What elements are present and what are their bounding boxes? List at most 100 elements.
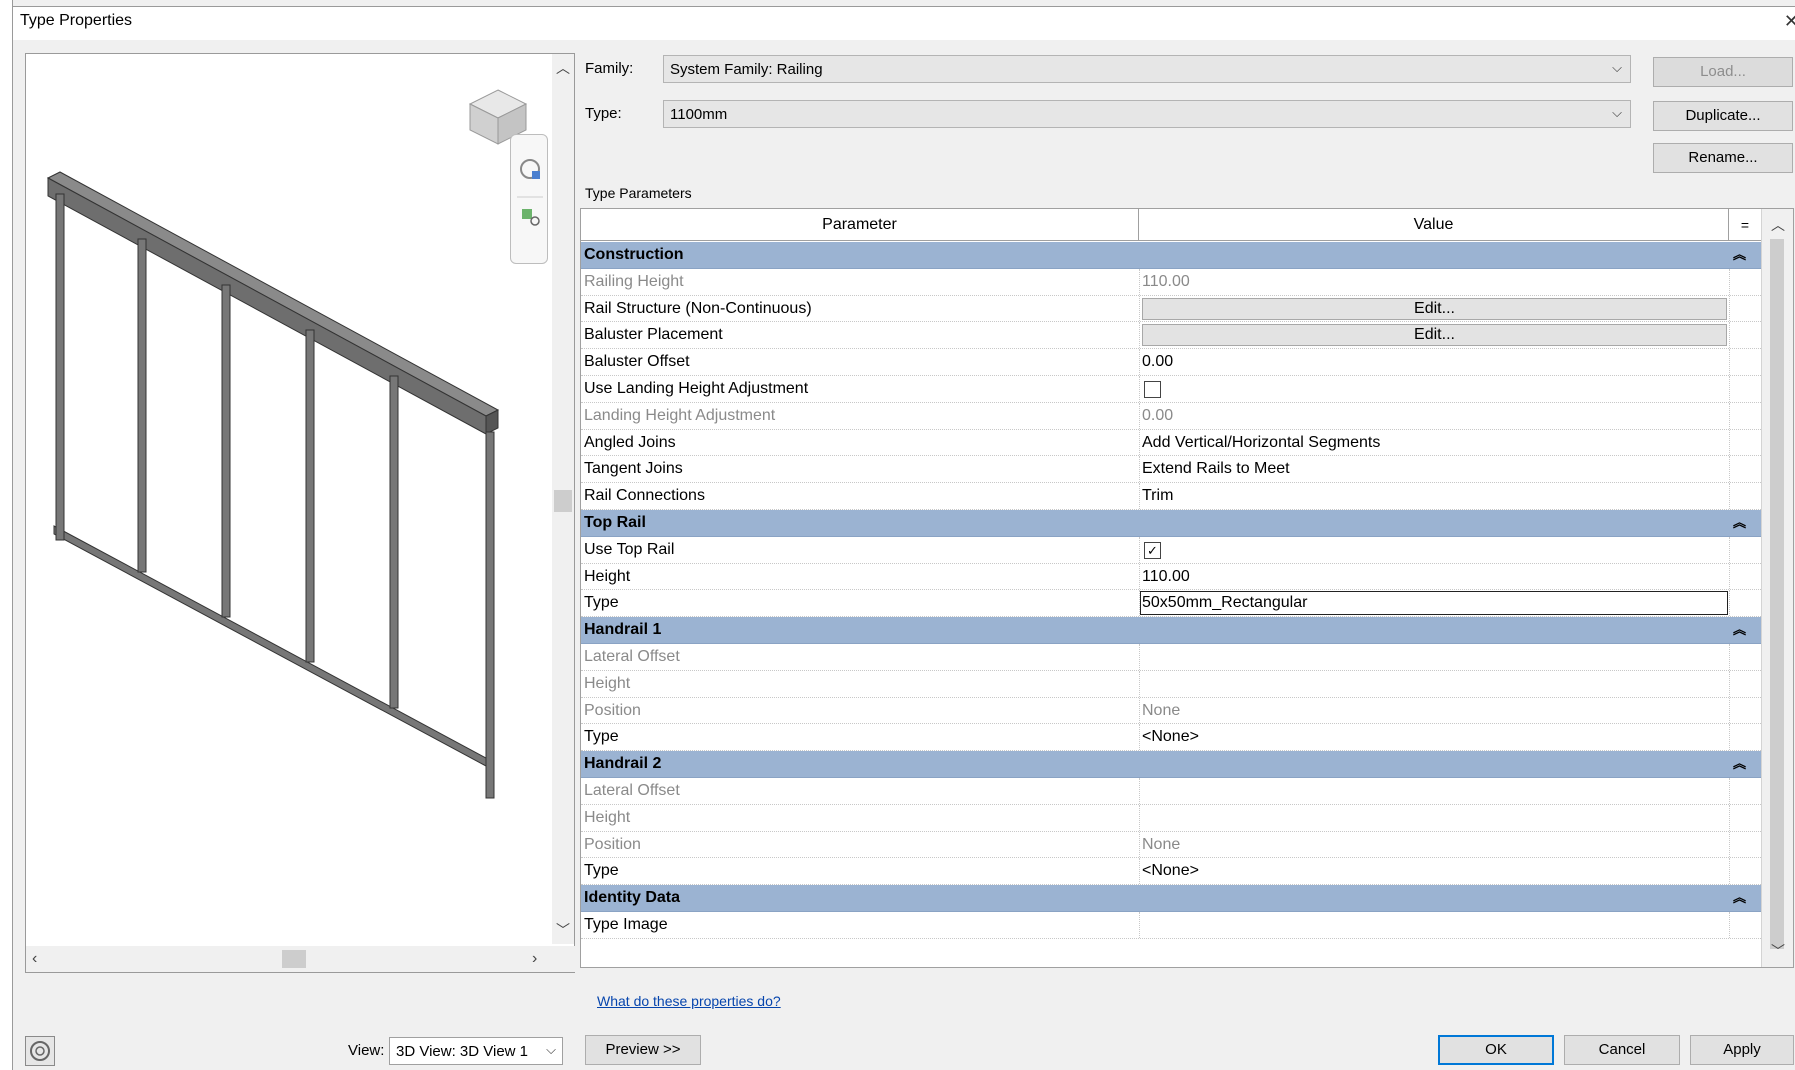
chevron-up-icon[interactable]: ︿ bbox=[556, 58, 570, 78]
grid-vertical-scrollbar[interactable]: ︿ ﹀ bbox=[1761, 209, 1793, 967]
chevron-left-icon[interactable]: ‹ bbox=[32, 950, 37, 968]
chevron-down-icon[interactable]: ﹀ bbox=[556, 920, 570, 940]
parameter-value[interactable]: 0.00 bbox=[1142, 407, 1173, 425]
type-properties-dialog: Type Properties ✕ ︿ ﹀ ‹ › View: 3D View:… bbox=[12, 0, 1795, 1070]
column-header-equals[interactable]: = bbox=[1729, 209, 1761, 241]
type-value: 1100mm bbox=[670, 106, 728, 123]
family-label: Family: bbox=[585, 60, 634, 77]
chevron-right-icon[interactable]: › bbox=[532, 950, 537, 968]
edit-button[interactable]: Edit... bbox=[1142, 297, 1727, 320]
view-label: View: bbox=[348, 1042, 385, 1059]
window-title: Type Properties bbox=[20, 12, 133, 29]
parameter-name: Type Image bbox=[584, 915, 668, 933]
cancel-button[interactable]: Cancel bbox=[1564, 1035, 1680, 1065]
parameter-value[interactable]: 110.00 bbox=[1142, 273, 1190, 291]
group-header[interactable]: Construction ︽ bbox=[581, 242, 1761, 269]
parameter-value[interactable]: None bbox=[1142, 836, 1180, 854]
group-header[interactable]: Top Rail ︽ bbox=[581, 509, 1761, 537]
parameter-name: Type bbox=[584, 728, 619, 746]
table-row: Railing Height 110.00 bbox=[581, 268, 1761, 296]
family-select[interactable]: System Family: Railing ⌵ bbox=[663, 55, 1631, 83]
group-header[interactable]: Identity Data ︽ bbox=[581, 885, 1761, 912]
scroll-thumb[interactable] bbox=[554, 490, 572, 512]
parameter-name: Use Top Rail bbox=[584, 540, 675, 558]
scroll-thumb[interactable] bbox=[282, 950, 306, 968]
collapse-icon[interactable]: ︽ bbox=[1733, 512, 1746, 531]
parameter-name: Position bbox=[584, 701, 641, 719]
parameter-value[interactable]: None bbox=[1142, 702, 1180, 720]
preview-horizontal-scrollbar[interactable]: ‹ › bbox=[26, 946, 576, 972]
column-header-parameter[interactable]: Parameter bbox=[581, 209, 1139, 241]
parameter-name: Railing Height bbox=[584, 272, 684, 290]
value-input[interactable]: 50x50mm_Rectangular bbox=[1140, 591, 1728, 616]
collapse-icon[interactable]: ︽ bbox=[1733, 753, 1746, 772]
parameter-name: Type bbox=[584, 594, 619, 612]
table-row: Lateral Offset bbox=[581, 643, 1761, 671]
apply-button[interactable]: Apply bbox=[1690, 1035, 1794, 1065]
rename-button[interactable]: Rename... bbox=[1653, 143, 1793, 173]
parameter-name: Angled Joins bbox=[584, 433, 676, 451]
view-select[interactable]: 3D View: 3D View 1 ⌵ bbox=[389, 1037, 563, 1065]
table-row: Type <None> bbox=[581, 858, 1761, 886]
view-select-value: 3D View: 3D View 1 bbox=[396, 1043, 529, 1060]
parameter-value[interactable]: 0.00 bbox=[1142, 353, 1173, 371]
parameter-value[interactable]: <None> bbox=[1142, 862, 1199, 880]
checkbox[interactable]: ✓ bbox=[1144, 541, 1161, 559]
railing-3d-preview bbox=[46, 89, 528, 799]
table-row: Height bbox=[581, 804, 1761, 832]
table-row: Type 50x50mm_Rectangular bbox=[581, 590, 1761, 618]
chevron-down-icon[interactable]: ﹀ bbox=[1771, 941, 1785, 961]
help-link[interactable]: What do these properties do? bbox=[597, 993, 781, 1009]
column-header-value[interactable]: Value bbox=[1139, 209, 1729, 241]
ok-button[interactable]: OK bbox=[1438, 1035, 1554, 1065]
group-name: Top Rail bbox=[584, 513, 646, 531]
duplicate-button[interactable]: Duplicate... bbox=[1653, 101, 1793, 131]
group-header[interactable]: Handrail 1 ︽ bbox=[581, 617, 1761, 644]
parameter-name: Type bbox=[584, 862, 619, 880]
preview-vertical-scrollbar[interactable]: ︿ ﹀ bbox=[552, 54, 574, 944]
table-row: Type Image bbox=[581, 911, 1761, 939]
parameter-value[interactable]: Add Vertical/Horizontal Segments bbox=[1142, 434, 1380, 452]
checkbox[interactable] bbox=[1144, 380, 1161, 398]
collapse-icon[interactable]: ︽ bbox=[1733, 244, 1746, 263]
table-row: Position None bbox=[581, 831, 1761, 859]
parameter-name: Rail Structure (Non-Continuous) bbox=[584, 299, 812, 317]
parameter-name: Baluster Placement bbox=[584, 326, 723, 344]
table-row: Position None bbox=[581, 697, 1761, 725]
chevron-down-icon: ⌵ bbox=[546, 1042, 556, 1057]
collapse-icon[interactable]: ︽ bbox=[1733, 887, 1746, 906]
parameter-name: Position bbox=[584, 835, 641, 853]
preview-button[interactable]: Preview >> bbox=[585, 1035, 701, 1065]
table-row: Height bbox=[581, 670, 1761, 698]
load-button[interactable]: Load... bbox=[1653, 57, 1793, 87]
type-select[interactable]: 1100mm ⌵ bbox=[663, 100, 1631, 128]
parameter-name: Baluster Offset bbox=[584, 353, 690, 371]
table-row: Rail Structure (Non-Continuous) Edit... bbox=[581, 295, 1761, 323]
group-name: Handrail 2 bbox=[584, 755, 662, 773]
navigation-bar[interactable] bbox=[510, 134, 548, 264]
parameter-value[interactable]: 110.00 bbox=[1142, 568, 1190, 586]
parameter-name: Landing Height Adjustment bbox=[584, 406, 776, 424]
chevron-down-icon: ⌵ bbox=[1612, 60, 1622, 75]
type-parameters-label: Type Parameters bbox=[585, 185, 692, 201]
group-name: Construction bbox=[584, 246, 684, 263]
steering-wheel-icon[interactable] bbox=[25, 1036, 55, 1066]
close-icon[interactable]: ✕ bbox=[1784, 11, 1795, 32]
zoom-region-icon bbox=[522, 209, 532, 219]
table-row: Type <None> bbox=[581, 724, 1761, 752]
parameter-value[interactable]: Extend Rails to Meet bbox=[1142, 460, 1290, 478]
scroll-thumb[interactable] bbox=[1770, 239, 1784, 949]
table-row: Height 110.00 bbox=[581, 563, 1761, 591]
parameter-name: Use Landing Height Adjustment bbox=[584, 379, 809, 397]
table-row: Use Landing Height Adjustment bbox=[581, 375, 1761, 403]
parameter-name: Lateral Offset bbox=[584, 781, 680, 799]
chevron-up-icon[interactable]: ︿ bbox=[1771, 215, 1785, 235]
preview-viewport[interactable]: ︿ ﹀ ‹ › bbox=[25, 53, 576, 973]
parameter-value[interactable]: <None> bbox=[1142, 728, 1199, 746]
table-row: Rail Connections Trim bbox=[581, 483, 1761, 510]
collapse-icon[interactable]: ︽ bbox=[1733, 619, 1746, 638]
parameter-value[interactable]: Trim bbox=[1142, 487, 1173, 505]
edit-button[interactable]: Edit... bbox=[1142, 324, 1727, 347]
group-header[interactable]: Handrail 2 ︽ bbox=[581, 751, 1761, 778]
group-name: Handrail 1 bbox=[584, 621, 662, 639]
